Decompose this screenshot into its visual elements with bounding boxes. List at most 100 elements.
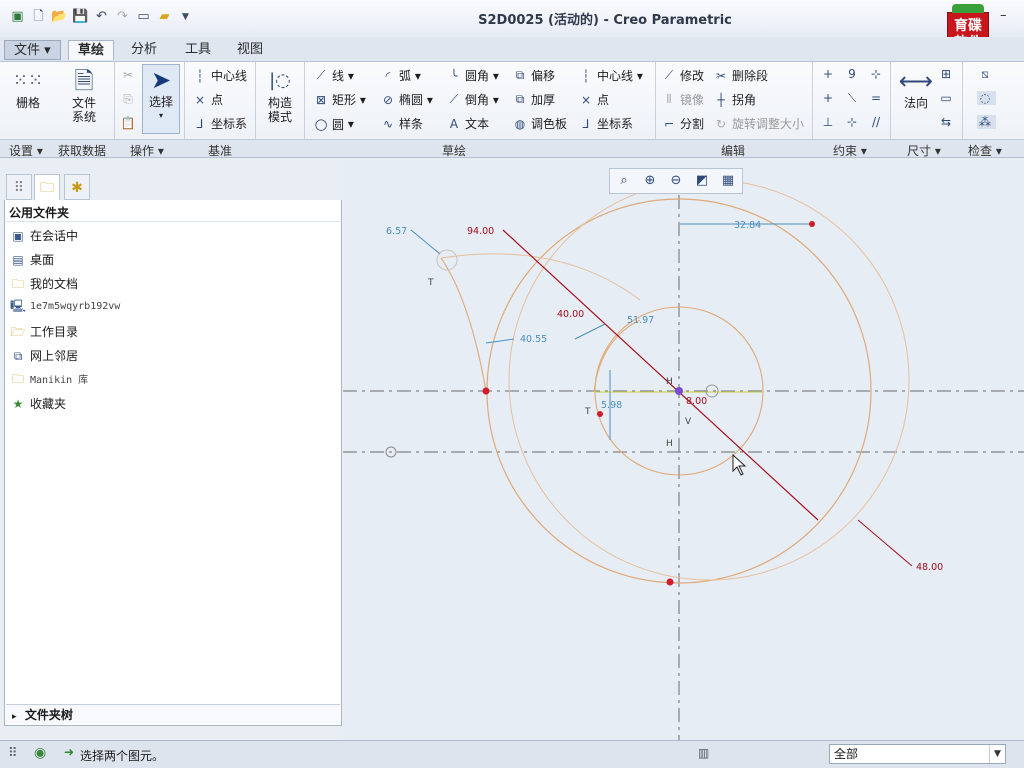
grid-icon: ⁙⁙	[12, 70, 44, 91]
browser-toggle-icon[interactable]: ◉	[34, 745, 46, 761]
sketch-view-icon[interactable]: ◩	[690, 171, 714, 191]
circle-button[interactable]: ○ 圆 ▾	[313, 115, 353, 133]
tab-tools[interactable]: 工具	[176, 40, 220, 60]
spline-button[interactable]: ∿ 样条	[380, 115, 423, 132]
delete-segment-button[interactable]: ✂ 删除段	[713, 67, 768, 84]
folder-item-working-dir[interactable]: 🗁 工作目录	[10, 323, 78, 340]
navigator-tabs: ⠿ 🗀 ✱	[4, 170, 342, 200]
paste-button[interactable]: 📋	[120, 116, 139, 130]
normal-dimension-button[interactable]: ⟷ 法向	[896, 66, 936, 110]
midpoint-icon: ⊹	[870, 67, 882, 81]
group-setup[interactable]: 设置 ▾	[9, 142, 43, 159]
refit-icon[interactable]: ⌕	[612, 171, 636, 191]
corner-button[interactable]: ┼ 拐角	[713, 91, 756, 108]
group-inspect[interactable]: 检查 ▾	[968, 142, 1002, 159]
folder-item-network[interactable]: ⧉ 网上邻居	[10, 347, 78, 364]
inspect-open-ends-button[interactable]: ⁂	[977, 115, 996, 129]
line-button[interactable]: ⟋ 线 ▾	[313, 67, 354, 84]
folder-item-in-session[interactable]: ▣ 在会话中	[10, 227, 78, 244]
rotate-resize-button[interactable]: ↻ 旋转调整大小	[713, 115, 804, 132]
line-icon: ⟋	[316, 68, 326, 82]
dim-perimeter-button[interactable]: ⊞	[938, 67, 957, 81]
folder-item-desktop[interactable]: ▤ 桌面	[10, 251, 54, 268]
datum-csys-button[interactable]: ⅃ 坐标系	[192, 115, 247, 132]
tab-analysis[interactable]: 分析	[122, 40, 166, 60]
sketch-canvas[interactable]: 94.00 32.84 40.00 40.55 6.57 51.97 5.98 …	[343, 160, 1024, 740]
selection-filter[interactable]: 全部 ▼	[829, 744, 1006, 764]
ellipse-button[interactable]: ⊘ 椭圆 ▾	[380, 91, 433, 108]
coincident-icon: ⊥	[822, 115, 834, 129]
dim-8: 8.00	[686, 396, 707, 407]
grid-button[interactable]: ⁙⁙ 栅格	[6, 66, 50, 110]
construction-mode-button[interactable]: |◌ 构造 模式	[260, 66, 300, 124]
group-constrain[interactable]: 约束 ▾	[833, 142, 867, 159]
constraint-tangent-button[interactable]: 9	[844, 67, 863, 81]
sketch-centerline-button[interactable]: ┆ 中心线 ▾	[578, 67, 642, 84]
text-button[interactable]: A 文本	[446, 115, 489, 132]
constraint-symmetric-button[interactable]: ⊹	[844, 115, 863, 129]
file-system-button[interactable]: 🗎 文件 系统	[62, 66, 106, 124]
copy-button[interactable]: ⎘	[120, 92, 139, 107]
ribbon-group-labels: 设置 ▾ 获取数据 操作 ▾ 基准 草绘 编辑 约束 ▾ 尺寸 ▾ 检查 ▾	[0, 139, 1024, 158]
constraint-coincident-button[interactable]: ⊥	[820, 115, 839, 129]
zoom-in-icon[interactable]: ⊕	[638, 171, 662, 191]
constraint-horizontal-button[interactable]: +	[820, 91, 839, 105]
sketch-point-button[interactable]: × 点	[578, 91, 609, 108]
centerline-icon: ┆	[196, 68, 204, 83]
chamfer-button[interactable]: ⟋ 倒角 ▾	[446, 91, 499, 108]
constraint-vertical-button[interactable]: +	[820, 67, 839, 81]
dim-baseline-button[interactable]: ⇆	[938, 115, 957, 129]
folder-tree-toggle[interactable]: ▸ 文件夹树	[6, 704, 340, 724]
fillet-button[interactable]: ╰ 圆角 ▾	[446, 67, 498, 84]
paste-icon: 📋	[120, 116, 136, 130]
navigator-toggle-icon[interactable]: ⠿	[8, 746, 18, 761]
display-filter-icon[interactable]: ▦	[716, 171, 740, 191]
sketch-csys-button[interactable]: ⅃ 坐标系	[578, 115, 633, 132]
mirror-button[interactable]: ⫴ 镜像	[661, 91, 704, 108]
top-arc	[440, 253, 641, 301]
minimize-button[interactable]: –	[1000, 8, 1007, 23]
inspect-shade-button[interactable]: ◌	[977, 91, 996, 105]
inspect-overlap-button[interactable]: ⧅	[977, 67, 996, 82]
tangent-icon: 9	[848, 67, 856, 81]
datum-centerline-button[interactable]: ┆ 中心线	[192, 67, 247, 84]
cut-button[interactable]: ✂	[120, 68, 139, 82]
constraint-midpoint-button[interactable]: ⊹	[868, 67, 887, 81]
dim-reference-button[interactable]: ▭	[938, 91, 957, 105]
palette-button[interactable]: ◍ 调色板	[512, 115, 567, 132]
constraint-perpendicular-button[interactable]: ⟍	[844, 91, 863, 106]
group-operations[interactable]: 操作 ▾	[130, 142, 164, 159]
folder-item-manikin[interactable]: 🗀 Manikin 库	[10, 371, 88, 387]
constraint-equal-button[interactable]: =	[868, 91, 887, 105]
divide-button[interactable]: ⌐ 分割	[661, 115, 704, 132]
tab-sketch[interactable]: 草绘	[68, 40, 115, 60]
zoom-out-icon[interactable]: ⊖	[664, 171, 688, 191]
folder-item-favorites[interactable]: ★ 收藏夹	[10, 395, 66, 412]
select-button[interactable]: ➤ 选择 ▾	[142, 64, 180, 134]
menu-bar: 文件 ▾ 草绘 分析 工具 视图	[0, 37, 1024, 61]
offset-button[interactable]: ⧉ 偏移	[512, 67, 555, 84]
tab-view[interactable]: 视图	[228, 40, 272, 60]
group-sketch: 草绘	[442, 144, 467, 158]
documents-icon: 🗀	[11, 276, 24, 291]
sketch-graphics[interactable]: 94.00 32.84 40.00 40.55 6.57 51.97 5.98 …	[343, 160, 1024, 740]
smart-selection-icon[interactable]: ▥	[698, 746, 709, 760]
file-menu[interactable]: 文件 ▾	[4, 40, 61, 60]
file-system-label-2: 系统	[71, 110, 96, 124]
model-tree-tab[interactable]: ⠿	[6, 174, 32, 200]
favorites-tab[interactable]: ✱	[64, 174, 90, 200]
sketch-csys-icon: ⅃	[582, 116, 590, 131]
folder-item-documents[interactable]: 🗀 我的文档	[10, 275, 78, 292]
datum-point-button[interactable]: × 点	[192, 91, 223, 108]
group-dimension[interactable]: 尺寸 ▾	[907, 142, 941, 159]
rectangle-button[interactable]: ⊠ 矩形 ▾	[313, 91, 366, 108]
modify-button[interactable]: ⟋ 修改	[661, 67, 704, 84]
thicken-button[interactable]: ⧉ 加厚	[512, 91, 555, 108]
sketch-centerline-icon: ┆	[582, 68, 590, 83]
desktop-icon: ▤	[12, 252, 24, 267]
folder-item-computer[interactable]: 🖳 1e7m5wqyrb192vw	[10, 299, 120, 313]
constraint-parallel-button[interactable]: //	[868, 115, 887, 129]
navigator-panel	[4, 170, 342, 726]
arc-button[interactable]: ◜ 弧 ▾	[380, 67, 421, 84]
folder-browser-tab[interactable]: 🗀	[34, 174, 60, 200]
